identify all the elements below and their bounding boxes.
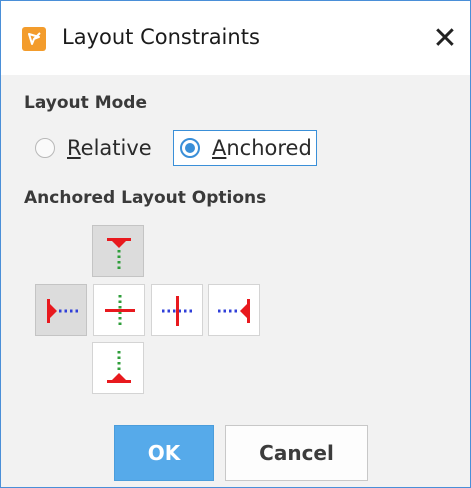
anchor-top-icon: [107, 238, 131, 270]
close-button[interactable]: ✕: [421, 15, 469, 61]
dialog-content: Layout Mode Relative Anchored Anchored L…: [1, 75, 470, 487]
close-icon: ✕: [432, 20, 458, 56]
anchor-right-button[interactable]: [208, 284, 260, 336]
layout-constraints-dialog: Layout Constraints ✕ Layout Mode Relativ…: [0, 0, 471, 488]
anchored-options-heading: Anchored Layout Options: [24, 188, 267, 208]
radio-circle-anchored: [180, 138, 200, 158]
cancel-button[interactable]: Cancel: [225, 425, 368, 481]
anchor-center-horizontal-button[interactable]: [151, 284, 203, 336]
anchor-top-button[interactable]: [92, 225, 144, 277]
anchor-center-horizontal-icon: [162, 296, 194, 326]
radio-circle-relative: [35, 138, 55, 158]
anchor-center-vertical-icon: [105, 295, 135, 327]
relative-radio[interactable]: Relative: [35, 130, 152, 166]
anchor-bottom-icon: [107, 351, 131, 383]
dialog-title: Layout Constraints: [62, 25, 260, 49]
layout-mode-heading: Layout Mode: [24, 93, 147, 113]
ok-button[interactable]: OK: [114, 425, 214, 481]
anchored-radio[interactable]: Anchored: [173, 130, 317, 166]
anchored-radio-label: Anchored: [212, 136, 312, 160]
pencil-ruler-icon: [22, 27, 46, 51]
anchor-bottom-button[interactable]: [92, 342, 144, 394]
title-bar: Layout Constraints ✕: [1, 1, 470, 75]
anchor-center-vertical-button[interactable]: [93, 284, 145, 336]
anchor-left-icon: [47, 299, 79, 323]
anchor-left-button[interactable]: [35, 284, 87, 336]
anchor-right-icon: [218, 299, 250, 323]
relative-radio-label: Relative: [67, 136, 152, 160]
